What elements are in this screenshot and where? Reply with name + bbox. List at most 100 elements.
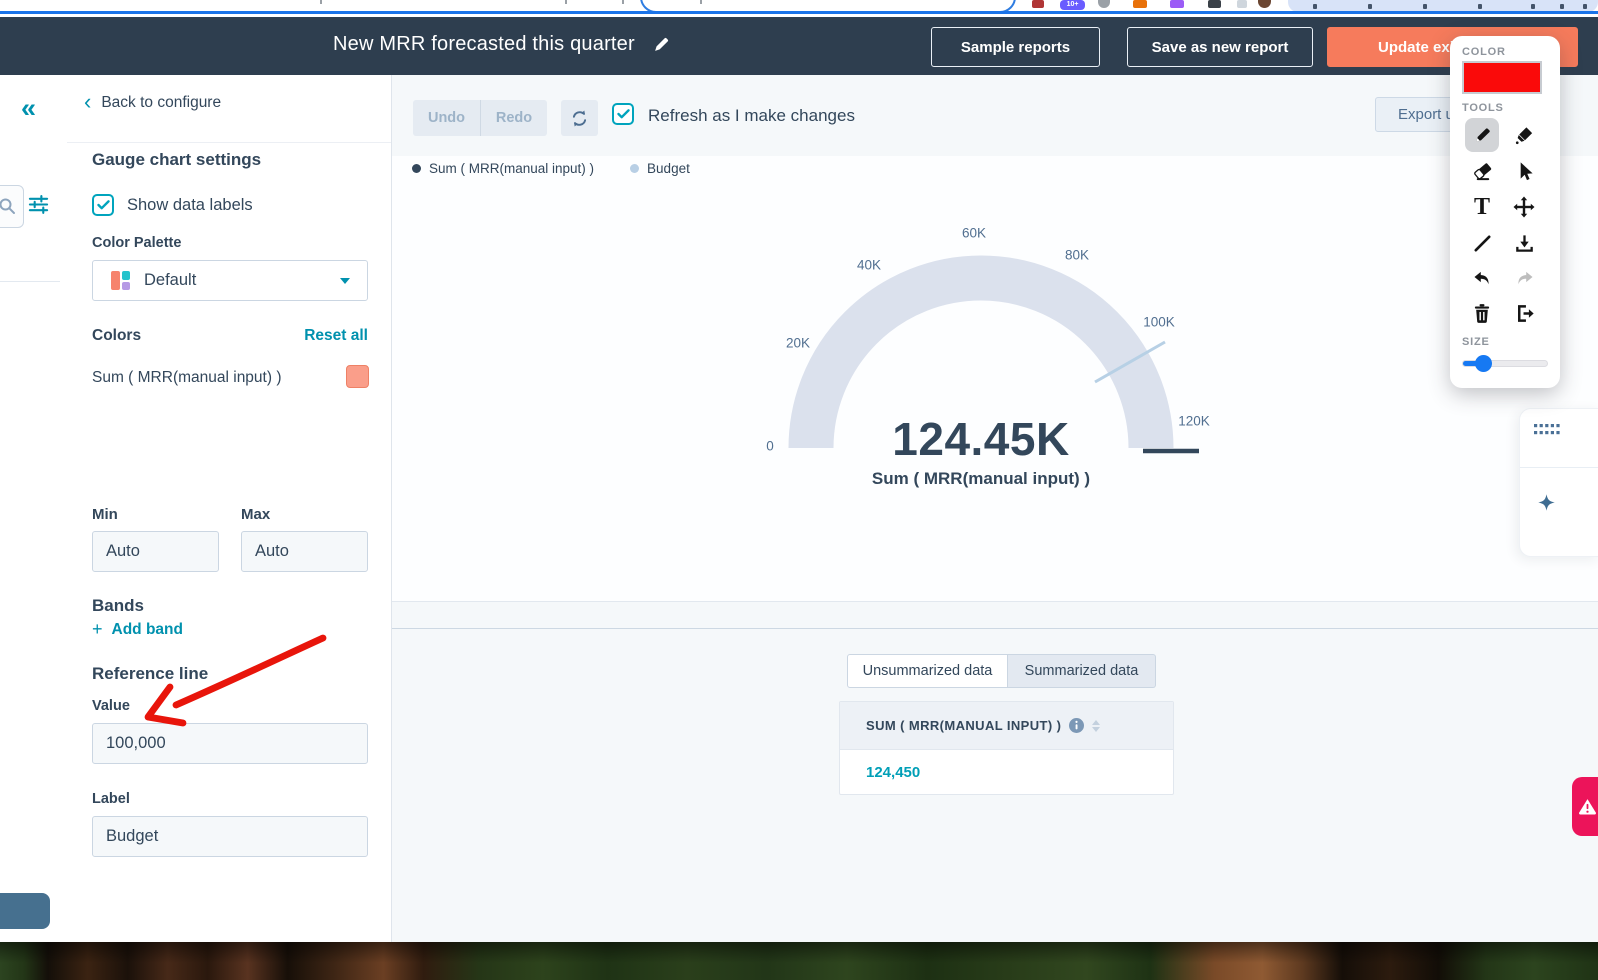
pill-icon [1531, 4, 1535, 9]
sparkle-icon[interactable] [1537, 493, 1556, 512]
gauge-tick: 120K [1178, 414, 1210, 429]
section-divider [391, 628, 1598, 629]
highlighter-tool-button[interactable] [1507, 118, 1541, 152]
sort-icon[interactable] [1092, 720, 1100, 732]
section-divider [391, 601, 1598, 602]
undo-tool-button[interactable] [1465, 261, 1499, 295]
tab-summarized-data[interactable]: Summarized data [1008, 654, 1156, 688]
pen-tool-button[interactable] [1465, 118, 1499, 152]
address-bar-underline [0, 11, 1598, 14]
text-tool-button[interactable]: T [1465, 190, 1499, 224]
gauge-arc [391, 156, 1598, 601]
bookmark-fragment [565, 0, 567, 4]
extension-icon[interactable] [1170, 0, 1184, 8]
bottom-left-button[interactable] [0, 893, 50, 929]
trash-tool-button[interactable] [1465, 296, 1499, 330]
gauge-tick: 100K [1143, 315, 1175, 330]
collapse-panel-icon[interactable]: « [21, 95, 36, 122]
show-data-labels-label: Show data labels [127, 196, 253, 215]
palette-icon [111, 271, 130, 290]
colors-label: Colors [92, 327, 141, 345]
check-icon [97, 200, 110, 210]
browser-topbar: 10+ [0, 0, 1598, 17]
gauge-tick: 60K [962, 226, 986, 241]
reset-all-link[interactable]: Reset all [304, 327, 368, 345]
size-slider[interactable] [1462, 360, 1548, 367]
sample-reports-button[interactable]: Sample reports [931, 27, 1100, 67]
search-input[interactable] [0, 185, 24, 228]
pill-icon [1368, 4, 1372, 9]
edit-title-icon[interactable] [653, 36, 670, 53]
refresh-button[interactable] [561, 100, 598, 136]
background-image-strip [0, 942, 1598, 980]
gauge-tick: 20K [786, 336, 810, 351]
add-band-link[interactable]: + Add band [92, 619, 183, 640]
line-tool-button[interactable] [1465, 226, 1499, 260]
max-input[interactable] [241, 531, 368, 572]
color-section-label: COLOR [1462, 46, 1506, 58]
gauge-tick: 40K [857, 258, 881, 273]
avatar[interactable] [1258, 0, 1271, 8]
undo-redo-group: Undo Redo [413, 100, 547, 136]
chevron-down-icon [340, 278, 350, 284]
eraser-tool-button[interactable] [1465, 154, 1499, 188]
report-header: New MRR forecasted this quarter Sample r… [0, 17, 1598, 75]
redo-button[interactable]: Redo [480, 100, 547, 136]
alert-tab[interactable] [1572, 777, 1598, 836]
pill-icon [1583, 4, 1587, 9]
show-data-labels-checkbox[interactable] [92, 194, 114, 216]
reference-value-input[interactable] [92, 723, 368, 764]
undo-button[interactable]: Undo [413, 100, 480, 136]
back-to-configure[interactable]: ‹ Back to configure [84, 92, 221, 114]
save-as-new-report-button[interactable]: Save as new report [1127, 27, 1313, 67]
page-title: New MRR forecasted this quarter [333, 33, 635, 56]
refresh-icon [570, 109, 589, 128]
rail-divider [0, 281, 60, 282]
pill-icon [1560, 4, 1564, 9]
exit-tool-button[interactable] [1507, 296, 1541, 330]
color-palette-label: Color Palette [92, 235, 181, 251]
select-tool-button[interactable] [1507, 154, 1541, 188]
bands-label: Bands [92, 596, 144, 616]
table-header[interactable]: SUM ( MRR(MANUAL INPUT) ) [840, 702, 1173, 750]
label-label: Label [92, 791, 130, 807]
min-input[interactable] [92, 531, 219, 572]
text-tool-glyph: T [1474, 195, 1490, 219]
bookmark-fragment [622, 0, 624, 4]
min-label: Min [92, 506, 118, 523]
filter-sliders-icon[interactable] [28, 194, 49, 215]
extension-icon[interactable] [1133, 0, 1147, 8]
color-palette-select[interactable]: Default [92, 260, 368, 301]
plus-icon: + [92, 619, 103, 640]
pill-icon [1478, 4, 1482, 9]
refresh-as-changes-checkbox[interactable] [612, 103, 634, 125]
table-row: 124,450 [840, 750, 1173, 794]
extension-icon[interactable] [1032, 0, 1044, 8]
annotation-toolbar: COLOR TOOLS T [1450, 36, 1560, 388]
extension-badge[interactable]: 10+ [1060, 0, 1085, 10]
extension-icon[interactable] [1098, 0, 1110, 8]
series-color-swatch[interactable] [346, 365, 369, 388]
bookmark-fragment [320, 0, 322, 4]
refresh-as-changes-label: Refresh as I make changes [648, 106, 855, 126]
gauge-series-label: Sum ( MRR(manual input) ) [781, 469, 1181, 489]
extension-icon[interactable] [1237, 0, 1247, 8]
extension-icon[interactable] [1208, 0, 1221, 8]
info-icon[interactable] [1069, 718, 1084, 733]
tab-unsummarized-data[interactable]: Unsummarized data [847, 654, 1008, 688]
redo-tool-button[interactable] [1507, 261, 1541, 295]
pill-icon [1313, 4, 1317, 9]
annotation-color-swatch[interactable] [1462, 61, 1542, 94]
add-band-label: Add band [112, 621, 183, 639]
move-tool-button[interactable] [1507, 190, 1541, 224]
download-tool-button[interactable] [1507, 226, 1541, 260]
gauge-chart: Sum ( MRR(manual input) ) Budget 0 20K 4… [391, 156, 1598, 601]
ai-assistant-widget [1519, 408, 1598, 557]
screen: 10+ New MRR forecasted this quarter Samp… [0, 0, 1598, 980]
size-slider-thumb[interactable] [1475, 355, 1492, 372]
reference-label-input[interactable] [92, 816, 368, 857]
drag-handle-icon[interactable] [1534, 424, 1560, 435]
settings-sidebar: ‹ Back to configure Gauge chart settings… [67, 75, 392, 942]
column-header: SUM ( MRR(MANUAL INPUT) ) [866, 718, 1061, 733]
data-tabs: Unsummarized data Summarized data [847, 654, 1156, 688]
